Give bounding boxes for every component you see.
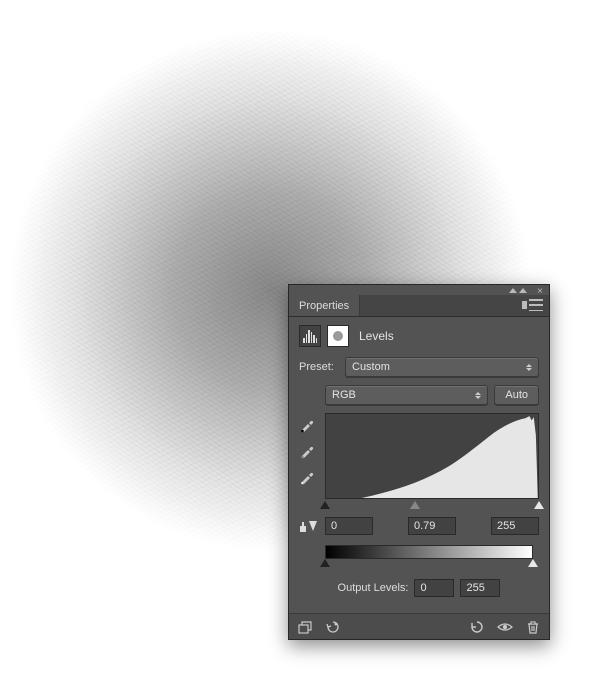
adjustment-type-label: Levels xyxy=(359,329,394,343)
histogram xyxy=(325,413,539,499)
reset-icon[interactable] xyxy=(469,619,485,635)
auto-button[interactable]: Auto xyxy=(494,385,539,405)
input-sliders[interactable] xyxy=(325,501,539,511)
output-ramp xyxy=(325,545,533,559)
properties-panel: × Properties Levels Preset: Custom xyxy=(288,284,550,640)
clip-to-layer-icon[interactable] xyxy=(297,619,313,635)
output-white-field[interactable]: 255 xyxy=(460,579,500,597)
output-black-field[interactable]: 0 xyxy=(414,579,454,597)
eyedropper-black-icon[interactable] xyxy=(299,417,315,433)
panel-collapse-strip[interactable]: × xyxy=(289,285,549,295)
input-gamma-field[interactable]: 0.79 xyxy=(408,517,456,535)
auto-label: Auto xyxy=(505,389,528,401)
contrast-icon[interactable] xyxy=(299,518,319,534)
chevron-updown-icon xyxy=(475,392,481,399)
channel-select[interactable]: RGB xyxy=(325,385,488,405)
trash-icon[interactable] xyxy=(525,619,541,635)
tab-properties[interactable]: Properties xyxy=(289,295,360,316)
visibility-icon[interactable] xyxy=(497,619,513,635)
mask-icon[interactable] xyxy=(327,325,349,347)
eyedropper-gray-icon[interactable] xyxy=(299,443,315,459)
input-black-field[interactable]: 0 xyxy=(325,517,373,535)
output-label: Output Levels: xyxy=(338,582,409,594)
tab-label: Properties xyxy=(299,300,349,312)
input-white-field[interactable]: 255 xyxy=(491,517,539,535)
eyedropper-white-icon[interactable] xyxy=(299,469,315,485)
chevron-updown-icon xyxy=(526,364,532,371)
preset-value: Custom xyxy=(352,361,390,373)
panel-tabs: Properties xyxy=(289,295,549,317)
panel-menu-icon[interactable] xyxy=(529,299,543,311)
levels-icon[interactable] xyxy=(299,325,321,347)
channel-value: RGB xyxy=(332,389,356,401)
view-previous-icon[interactable] xyxy=(325,619,341,635)
panel-footer xyxy=(289,613,549,639)
preset-select[interactable]: Custom xyxy=(345,357,539,377)
preset-label: Preset: xyxy=(299,361,339,373)
output-sliders[interactable] xyxy=(325,559,533,569)
